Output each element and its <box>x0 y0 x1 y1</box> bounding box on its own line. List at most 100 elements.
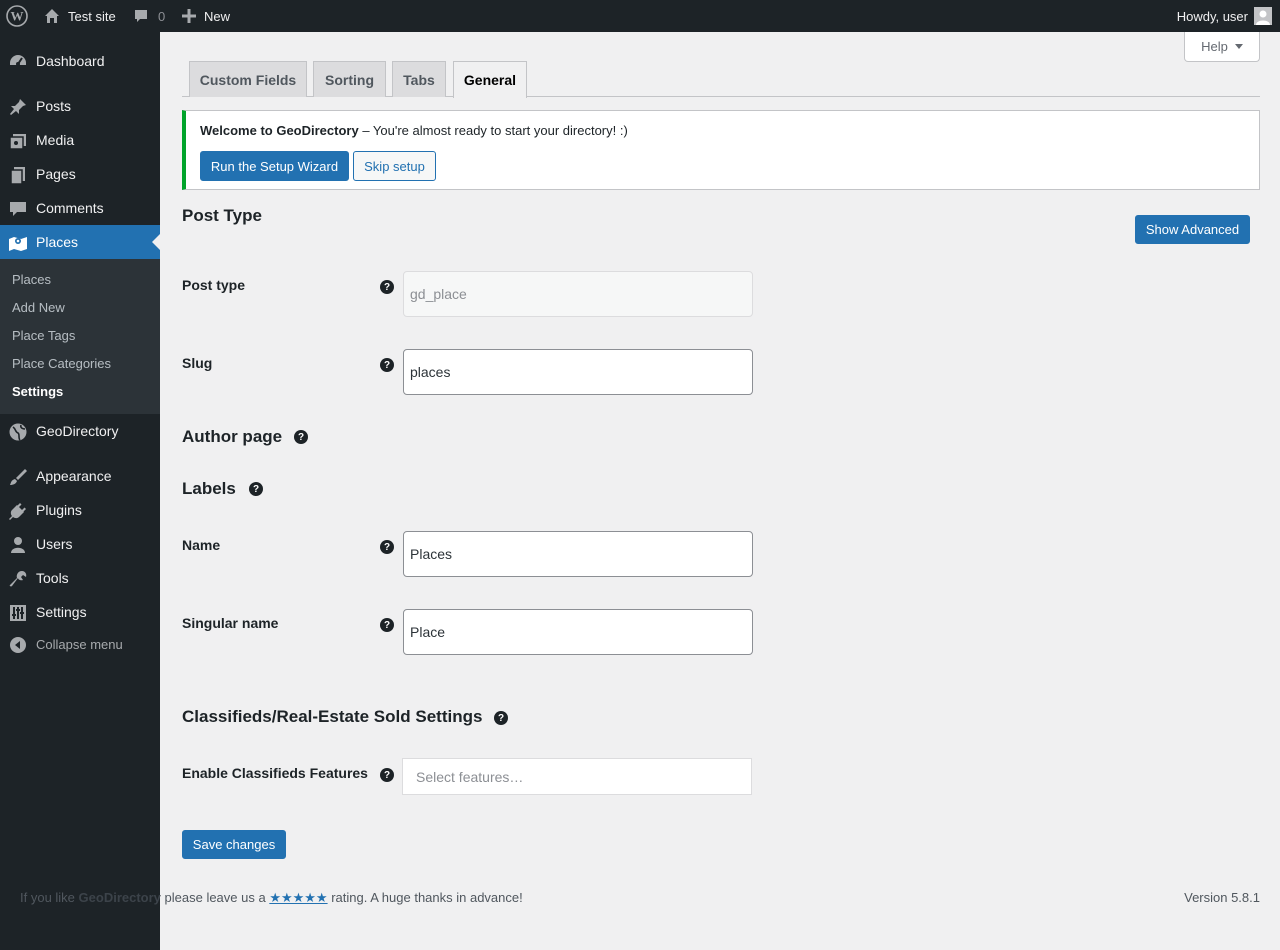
map-icon <box>8 233 28 253</box>
help-tip-icon[interactable]: ? <box>494 711 508 725</box>
media-icon <box>8 131 28 151</box>
site-name-link[interactable]: Test site <box>44 0 116 32</box>
welcome-notice: Welcome to GeoDirectory – You're almost … <box>182 110 1260 190</box>
sidebar-item-label: Comments <box>36 200 104 216</box>
help-tip-icon[interactable]: ? <box>294 430 308 444</box>
sidebar-item-dashboard[interactable]: Dashboard <box>0 44 160 78</box>
submenu-item-place-categories[interactable]: Place Categories <box>12 356 111 371</box>
sidebar-item-tools[interactable]: Tools <box>0 561 160 595</box>
sidebar-item-posts[interactable]: Posts <box>0 89 160 123</box>
save-changes-button[interactable]: Save changes <box>182 830 286 859</box>
sidebar-item-label: Dashboard <box>36 53 105 69</box>
sidebar-item-label: Places <box>36 234 79 250</box>
post-type-heading: Post Type <box>182 206 262 225</box>
pages-icon <box>8 165 28 185</box>
sidebar-item-label: GeoDirectory <box>36 423 119 439</box>
comment-bubble-icon <box>135 10 147 22</box>
post-type-field: gd_place <box>403 271 753 317</box>
footer-brand: GeoDirectory <box>78 890 161 905</box>
notice-title: Welcome to GeoDirectory <box>200 123 359 138</box>
sidebar-item-pages[interactable]: Pages <box>0 157 160 191</box>
sidebar-item-geodirectory[interactable]: GeoDirectory <box>0 414 160 448</box>
author-page-heading: Author page <box>182 427 283 446</box>
sidebar-item-places[interactable]: Places <box>0 225 160 259</box>
sidebar-item-label: Appearance <box>36 468 112 484</box>
slug-field[interactable]: places <box>403 349 753 395</box>
admin-sidebar: Dashboard Posts Media Pages Comments Pla… <box>0 32 160 950</box>
tab-custom-fields[interactable]: Custom Fields <box>189 61 307 97</box>
run-setup-wizard-button[interactable]: Run the Setup Wizard <box>200 151 349 181</box>
admin-bar: W Test site 0 New Howdy, user <box>0 0 1280 32</box>
avatar <box>1254 7 1272 25</box>
sidebar-item-label: Tools <box>36 570 69 586</box>
footer-prefix: If you like <box>20 890 79 905</box>
name-field[interactable]: Places <box>403 531 753 577</box>
my-account-link[interactable]: Howdy, user <box>1177 0 1272 32</box>
show-advanced-button[interactable]: Show Advanced <box>1135 215 1250 244</box>
sidebar-item-label: Pages <box>36 166 76 182</box>
tab-sorting[interactable]: Sorting <box>313 61 386 97</box>
sidebar-item-settings[interactable]: Settings <box>0 595 160 629</box>
globe-icon <box>8 422 28 442</box>
sidebar-item-label: Media <box>36 132 75 148</box>
sidebar-item-comments[interactable]: Comments <box>0 191 160 225</box>
slug-label: Slug <box>182 355 213 371</box>
sidebar-item-label: Users <box>36 536 73 552</box>
main-content: Help Custom Fields Sorting Tabs General … <box>160 32 1280 950</box>
plug-icon <box>8 501 28 521</box>
classifieds-features-select[interactable]: Select features… <box>402 758 752 795</box>
svg-text:W: W <box>11 9 24 24</box>
user-icon <box>8 535 28 555</box>
settings-icon <box>8 603 28 623</box>
singular-name-label: Singular name <box>182 615 279 631</box>
comments-link[interactable]: 0 <box>133 0 165 32</box>
sidebar-item-label: Settings <box>36 604 87 620</box>
submenu-item-settings[interactable]: Settings <box>12 384 63 399</box>
submenu-item-add-new[interactable]: Add New <box>12 300 65 315</box>
collapse-menu-label: Collapse menu <box>36 636 123 652</box>
help-tip-icon[interactable]: ? <box>380 768 394 782</box>
help-tip-icon[interactable]: ? <box>249 482 263 496</box>
classifieds-features-label: Enable Classifieds Features <box>182 765 368 781</box>
settings-tabs: Custom Fields Sorting Tabs General <box>182 61 1260 98</box>
sidebar-item-plugins[interactable]: Plugins <box>0 493 160 527</box>
collapse-arrow-icon <box>8 635 28 655</box>
collapse-menu-button[interactable]: Collapse menu <box>0 627 160 661</box>
help-tip-icon[interactable]: ? <box>380 280 394 294</box>
skip-setup-button[interactable]: Skip setup <box>353 151 436 181</box>
labels-heading: Labels <box>182 479 236 498</box>
comment-icon <box>8 199 28 219</box>
dashboard-icon <box>8 52 28 72</box>
post-type-label: Post type <box>182 277 246 293</box>
footer-middle: please leave us a <box>160 890 270 905</box>
name-label: Name <box>182 537 221 553</box>
home-icon <box>45 9 59 23</box>
tab-general[interactable]: General <box>453 61 527 98</box>
footer-suffix: rating. A huge thanks in advance! <box>327 890 523 905</box>
footer-rating-text: If you like GeoDirectory please leave us… <box>20 890 523 906</box>
tab-tabs[interactable]: Tabs <box>392 61 446 97</box>
howdy-text: Howdy, user <box>1176 8 1248 24</box>
singular-name-field[interactable]: Place <box>403 609 753 655</box>
caret-down-icon <box>1234 44 1243 49</box>
notice-text: – You're almost ready to start your dire… <box>358 123 628 138</box>
sidebar-item-appearance[interactable]: Appearance <box>0 459 160 493</box>
new-label: New <box>204 8 231 24</box>
submenu-item-places[interactable]: Places <box>12 272 51 287</box>
help-tip-icon[interactable]: ? <box>380 540 394 554</box>
sidebar-item-label: Plugins <box>36 502 82 518</box>
rating-stars-link[interactable]: ★★★★★ <box>269 890 327 905</box>
classifieds-heading: Classifieds/Real-Estate Sold Settings <box>182 707 483 726</box>
submenu-item-place-tags[interactable]: Place Tags <box>12 328 75 343</box>
notice-message: Welcome to GeoDirectory – You're almost … <box>200 123 628 138</box>
new-content-link[interactable]: New <box>182 0 230 32</box>
wordpress-logo-icon[interactable]: W <box>6 0 28 32</box>
plus-icon <box>182 9 196 23</box>
help-tip-icon[interactable]: ? <box>380 618 394 632</box>
help-label: Help <box>1201 39 1228 54</box>
sidebar-item-media[interactable]: Media <box>0 123 160 157</box>
sidebar-item-users[interactable]: Users <box>0 527 160 561</box>
brush-icon <box>8 467 28 487</box>
help-button[interactable]: Help <box>1184 32 1260 62</box>
help-tip-icon[interactable]: ? <box>380 358 394 372</box>
